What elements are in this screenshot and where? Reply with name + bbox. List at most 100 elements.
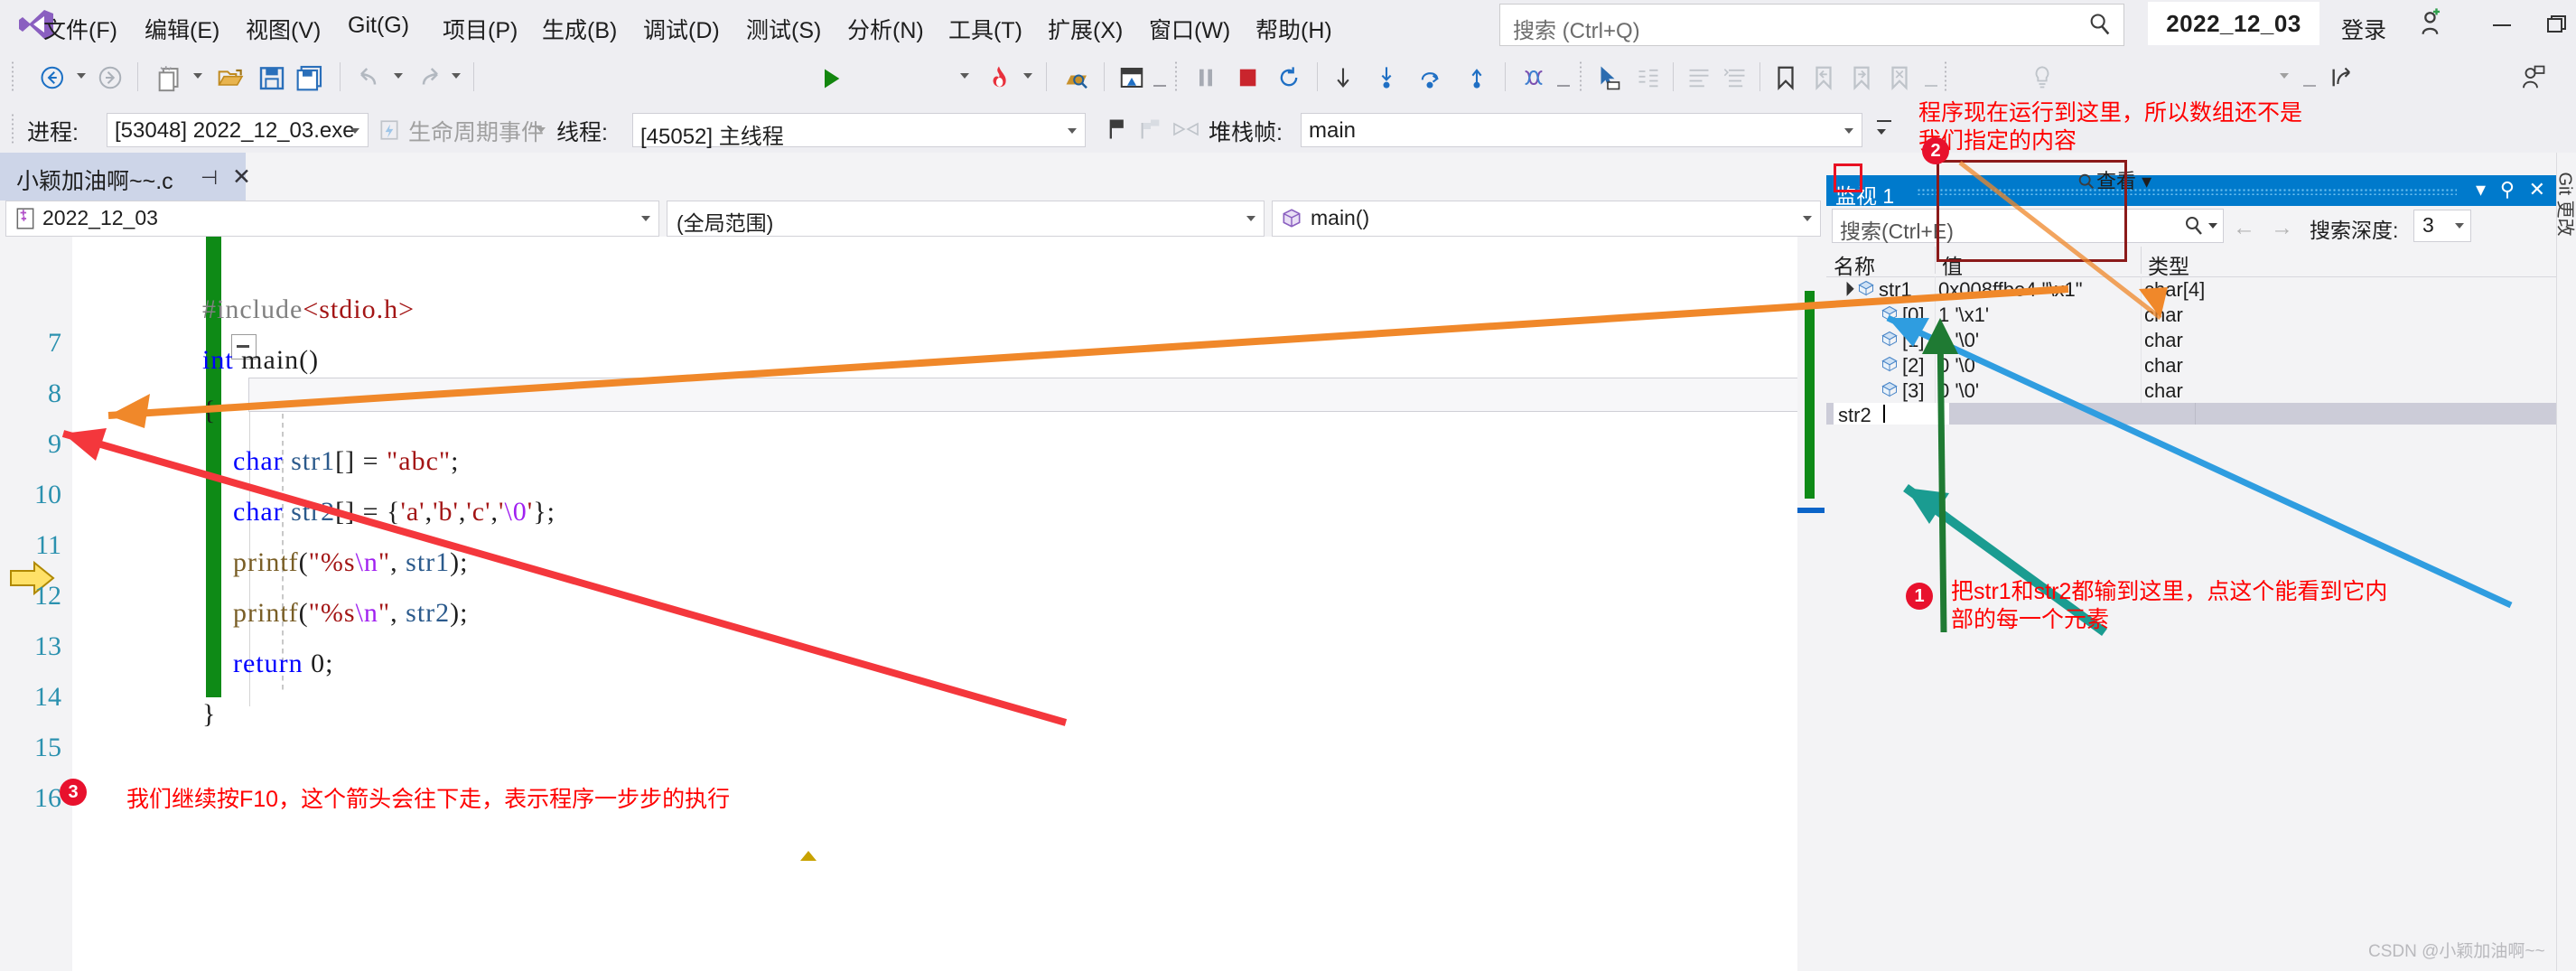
threads-dropdown-icon[interactable] [1557, 85, 1570, 87]
stackframe-combo[interactable]: main [1301, 113, 1862, 147]
watch-expression-input[interactable]: str2 [1834, 403, 1949, 426]
clear-bookmark-icon[interactable] [1886, 64, 1913, 91]
hot-reload-flame-icon[interactable] [985, 64, 1013, 91]
restart-icon[interactable] [1275, 65, 1302, 90]
editor-vertical-scrollbar[interactable] [1797, 237, 1826, 971]
indent-icon[interactable] [1635, 65, 1662, 90]
undo-icon[interactable] [356, 64, 385, 91]
application-insights-dropdown-icon[interactable] [2280, 73, 2289, 79]
threads-icon[interactable] [1519, 65, 1548, 90]
parallel-watch-icon[interactable] [1172, 118, 1199, 140]
open-file-icon[interactable] [215, 63, 247, 92]
bookmarks-dropdown-icon[interactable] [1925, 85, 1937, 87]
navigate-forward-icon[interactable] [95, 64, 126, 91]
navigate-back-dropdown-icon[interactable] [77, 73, 86, 79]
editor-tab-active[interactable]: 小颖加油啊~~.c ⊣ ✕ [0, 153, 251, 201]
flag-group-icon[interactable] [1138, 117, 1163, 142]
pause-icon[interactable] [1192, 65, 1219, 90]
arrow-left-icon[interactable]: ← [2233, 215, 2255, 241]
toolbar-grip[interactable] [11, 61, 15, 93]
feedback-icon[interactable] [2518, 64, 2547, 91]
window-layout-icon[interactable] [1116, 64, 1147, 91]
watch-row[interactable]: [3] 0 '\0' char [1826, 378, 2556, 403]
pointer-select-icon[interactable] [1593, 64, 1622, 91]
comment-icon[interactable] [1685, 65, 1713, 90]
thread-combo[interactable]: [45052] 主线程 [632, 113, 1086, 149]
uncomment-icon[interactable] [1722, 65, 1749, 90]
undo-dropdown-icon[interactable] [394, 73, 403, 79]
redo-icon[interactable] [414, 64, 443, 91]
minimize-icon[interactable] [2475, 9, 2529, 40]
overflow-icon[interactable] [1877, 120, 1891, 122]
play-icon[interactable] [817, 66, 845, 91]
search-icon[interactable] [2183, 215, 2205, 237]
bookmark-icon[interactable] [1772, 64, 1799, 91]
close-icon[interactable]: ✕ [232, 163, 251, 191]
menu-item-5[interactable]: 生成(B) [542, 13, 617, 45]
code-line[interactable]: char str2[] = {'a','b','c','\0'}; [172, 497, 555, 528]
save-all-icon[interactable] [294, 63, 325, 92]
process-combo[interactable]: [53048] 2022_12_03.exe [107, 113, 369, 147]
git-changes-sidebar[interactable]: Git 更改 [2555, 153, 2576, 971]
step-into-icon[interactable] [1373, 65, 1400, 90]
chevron-down-icon[interactable] [2455, 223, 2464, 229]
step-out-icon[interactable] [1463, 65, 1490, 90]
code-line[interactable]: char str1[] = "abc"; [172, 446, 460, 477]
sign-in-button[interactable]: 登录 [2341, 13, 2386, 45]
save-icon[interactable] [257, 63, 287, 92]
flag-icon[interactable] [1106, 117, 1131, 142]
chevron-down-icon[interactable] [2208, 223, 2217, 229]
step-over-icon[interactable] [1416, 65, 1443, 90]
close-icon[interactable]: ✕ [2529, 178, 2545, 201]
menu-item-8[interactable]: 分析(N) [847, 13, 924, 45]
code-line[interactable]: #include<stdio.h> [172, 294, 415, 325]
watch-row[interactable]: [2] 0 '\0' char [1826, 352, 2556, 378]
menu-item-0[interactable]: 文件(F) [43, 13, 117, 45]
watch-new-expression-row[interactable]: str2 [1826, 403, 2556, 426]
chevron-down-icon[interactable] [1068, 128, 1077, 134]
live-share-icon[interactable] [2329, 65, 2356, 90]
menu-item-6[interactable]: 调试(D) [643, 13, 720, 45]
lightbulb-icon[interactable] [2029, 65, 2056, 90]
pin-icon[interactable]: ⚲ [2500, 178, 2515, 201]
chevron-down-icon[interactable] [641, 216, 650, 221]
chevron-down-icon[interactable] [1803, 216, 1812, 221]
watch-row[interactable]: [0] 1 '\x1' char [1826, 302, 2556, 327]
restore-icon[interactable] [2529, 9, 2576, 40]
menu-item-11[interactable]: 窗口(W) [1149, 13, 1230, 45]
nav-member-combo[interactable]: main() [1272, 201, 1821, 237]
watch-row[interactable]: [1] 0 '\0' char [1826, 327, 2556, 352]
global-search-box[interactable]: 搜索 (Ctrl+Q) [1499, 4, 2124, 46]
watch-row[interactable]: ◢ str1 0x008ffbe4 "\x1" char[4] [1826, 276, 2556, 302]
step-down-icon[interactable] [1330, 65, 1357, 90]
menu-item-12[interactable]: 帮助(H) [1255, 13, 1332, 45]
chevron-down-icon[interactable]: ▾ [2476, 178, 2486, 201]
code-line[interactable]: } [172, 699, 216, 730]
stop-icon[interactable] [1234, 65, 1261, 90]
chevron-down-icon[interactable] [1844, 128, 1853, 134]
next-bookmark-icon[interactable] [1848, 64, 1875, 91]
hot-reload-dropdown-icon[interactable] [1023, 73, 1032, 79]
menu-item-4[interactable]: 项目(P) [443, 13, 518, 45]
continue-dropdown-icon[interactable] [960, 73, 969, 79]
menu-item-9[interactable]: 工具(T) [948, 13, 1022, 45]
menu-item-10[interactable]: 扩展(X) [1048, 13, 1123, 45]
overflow-chevron-icon[interactable] [1877, 129, 1886, 135]
code-text-area[interactable]: #include<stdio.h> int main() { char str1… [72, 237, 1844, 971]
lifecycle-events-label[interactable]: 生命周期事件 [408, 115, 544, 147]
code-line[interactable]: return 0; [172, 649, 333, 679]
code-line[interactable]: printf("%s\n", str1); [172, 547, 469, 578]
expander-collapse-icon[interactable]: ◢ [1836, 279, 1855, 297]
previous-bookmark-icon[interactable] [1810, 64, 1837, 91]
new-item-icon[interactable] [154, 62, 186, 93]
navigate-back-icon[interactable] [38, 64, 69, 91]
menu-item-2[interactable]: 视图(V) [246, 13, 321, 45]
chevron-down-icon[interactable] [1246, 216, 1255, 221]
chevron-down-icon[interactable] [537, 127, 546, 133]
watch-search-depth-combo[interactable]: 3 [2413, 210, 2471, 242]
nav-project-combo[interactable]: 2022_12_03 [5, 201, 659, 237]
nav-scope-combo[interactable]: (全局范围) [667, 201, 1265, 237]
overflow-icon[interactable] [2303, 85, 2316, 87]
chevron-down-icon[interactable] [350, 128, 359, 134]
code-line[interactable]: { [172, 396, 216, 426]
